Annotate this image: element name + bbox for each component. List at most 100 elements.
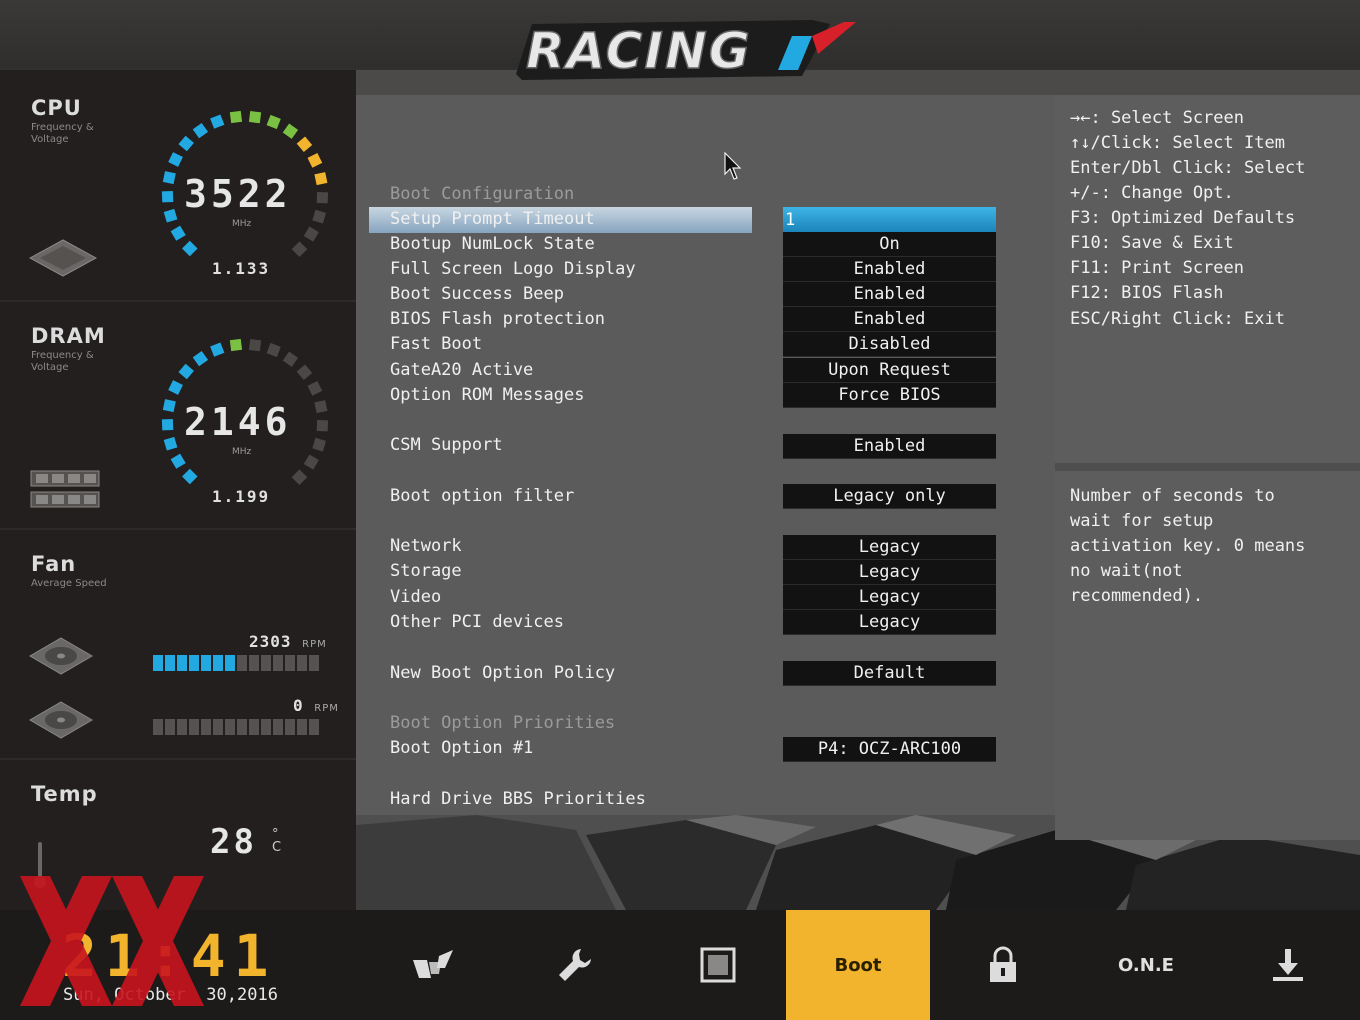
fan-speed-segment	[273, 655, 283, 671]
boot-configuration-header: Boot Configuration	[390, 184, 575, 204]
setting-new-boot-option-policy[interactable]: New Boot Option Policy	[390, 661, 615, 686]
gauge-segment	[282, 351, 299, 367]
lock-icon	[990, 946, 1016, 982]
gauge-segment	[291, 469, 308, 485]
new-boot-option-policy-value[interactable]: Default	[783, 661, 996, 686]
gatea20-active-value[interactable]: Upon Request	[783, 358, 996, 383]
video-value[interactable]: Legacy	[783, 585, 996, 610]
nav-boot[interactable]: Boot	[786, 910, 930, 1020]
fan1-speed-bar	[153, 655, 319, 671]
setting-storage[interactable]: Storage	[390, 559, 462, 584]
cpu-subtitle: Frequency & Voltage	[31, 122, 94, 145]
chip-icon	[700, 947, 736, 983]
dram-frequency-unit: MHz	[232, 447, 252, 457]
nav-one[interactable]: O.N.E	[1074, 910, 1218, 1020]
fan1-rpm: 2303 RPM	[249, 632, 327, 651]
gauge-segment	[168, 152, 183, 167]
setting-full-screen-logo[interactable]: Full Screen Logo Display	[390, 257, 636, 282]
fan-speed-segment	[237, 719, 247, 735]
option-rom-messages-value[interactable]: Force BIOS	[783, 383, 996, 408]
setting-other-pci-devices[interactable]: Other PCI devices	[390, 610, 564, 635]
dram-subtitle: Frequency & Voltage	[31, 350, 94, 373]
fan-speed-segment	[177, 655, 187, 671]
fan-speed-segment	[165, 719, 175, 735]
storage-value[interactable]: Legacy	[783, 560, 996, 585]
setting-boot-option-1[interactable]: Boot Option #1	[390, 736, 533, 761]
gauge-segment	[163, 208, 178, 223]
gauge-segment	[303, 226, 319, 242]
fan-speed-segment	[249, 655, 259, 671]
gauge-segment	[316, 191, 329, 204]
help-key-bios-flash: F12: BIOS Flash	[1070, 283, 1224, 303]
gauge-segment	[314, 400, 328, 414]
gauge-segment	[229, 338, 243, 352]
dram-frequency: 2146	[184, 400, 292, 444]
boot-option-1-value[interactable]: P4: OCZ-ARC100	[783, 737, 996, 762]
numlock-state-value[interactable]: On	[783, 232, 996, 257]
setting-gatea20-active[interactable]: GateA20 Active	[390, 358, 533, 383]
mouse-cursor-icon	[724, 152, 742, 180]
help-key-optimized-defaults: F3: Optimized Defaults	[1070, 208, 1296, 228]
nav-one-label: O.N.E	[1118, 954, 1174, 976]
dram-voltage: 1.199	[212, 487, 271, 506]
link-hard-drive-bbs-priorities[interactable]: Hard Drive BBS Priorities	[390, 787, 646, 812]
fan2-icon	[29, 701, 93, 739]
fan-speed-segment	[237, 655, 247, 671]
other-pci-devices-value[interactable]: Legacy	[783, 610, 996, 635]
network-value[interactable]: Legacy	[783, 535, 996, 560]
fan-speed-segment	[309, 655, 319, 671]
gauge-segment	[210, 114, 225, 129]
setup-prompt-timeout-input[interactable]: 1	[783, 207, 996, 233]
cpu-voltage: 1.133	[212, 259, 271, 278]
help-description-line: recommended).	[1070, 586, 1204, 606]
gauge-segment	[312, 209, 327, 224]
setting-video[interactable]: Video	[390, 585, 441, 610]
celsius-symbol: C	[272, 840, 282, 855]
fan2-rpm-value: 0	[293, 696, 304, 715]
help-key-change-opt: +/-: Change Opt.	[1070, 183, 1234, 203]
nav-oc-tweaker[interactable]	[360, 910, 504, 1020]
hardwareluxx-watermark	[20, 876, 204, 1006]
help-key-exit: ESC/Right Click: Exit	[1070, 309, 1285, 329]
bios-flash-protection-value[interactable]: Enabled	[783, 307, 996, 332]
help-description-line: Number of seconds to	[1070, 486, 1275, 506]
gauge-segment	[168, 380, 183, 395]
nav-advanced[interactable]	[503, 910, 647, 1020]
setting-boot-option-filter[interactable]: Boot option filter	[390, 484, 574, 509]
temperature-value: 28	[210, 822, 257, 862]
gauge-segment	[163, 436, 178, 451]
setting-fast-boot[interactable]: Fast Boot	[390, 332, 482, 357]
fan-speed-segment	[249, 719, 259, 735]
svg-text:RACING: RACING	[526, 22, 752, 80]
boot-option-filter-value[interactable]: Legacy only	[783, 484, 996, 509]
cpu-chip-icon	[28, 239, 98, 277]
full-screen-logo-value[interactable]: Enabled	[783, 257, 996, 282]
nav-chipset[interactable]	[646, 910, 790, 1020]
setting-boot-success-beep[interactable]: Boot Success Beep	[390, 282, 564, 307]
fan-section: Fan Average Speed 2303 RPM 0 RPM	[0, 530, 356, 760]
dram-title: DRAM	[31, 324, 106, 348]
gauge-segment	[162, 171, 176, 185]
fast-boot-value[interactable]: Disabled	[783, 332, 996, 357]
boot-success-beep-value[interactable]: Enabled	[783, 282, 996, 307]
gauge-segment	[248, 111, 262, 124]
setting-bootup-numlock-state[interactable]: Bootup NumLock State	[390, 232, 595, 257]
help-description-line: no wait(not	[1070, 561, 1183, 581]
fan-speed-segment	[189, 655, 199, 671]
gauge-segment	[296, 136, 313, 153]
fan-speed-segment	[189, 719, 199, 735]
fan-speed-segment	[201, 719, 211, 735]
fan-speed-segment	[297, 655, 307, 671]
nav-exit[interactable]	[1216, 910, 1360, 1020]
setting-option-rom-messages[interactable]: Option ROM Messages	[390, 383, 584, 408]
nav-security[interactable]	[931, 910, 1075, 1020]
setting-bios-flash-protection[interactable]: BIOS Flash protection	[390, 307, 605, 332]
fan-speed-segment	[213, 655, 223, 671]
csm-support-value[interactable]: Enabled	[783, 434, 996, 459]
gauge-segment	[296, 364, 313, 381]
fan-speed-segment	[201, 655, 211, 671]
setting-csm-support[interactable]: CSM Support	[390, 433, 503, 458]
help-description-line: activation key. 0 means	[1070, 536, 1306, 556]
setting-setup-prompt-timeout[interactable]: Setup Prompt Timeout	[390, 207, 595, 232]
setting-network[interactable]: Network	[390, 534, 462, 559]
